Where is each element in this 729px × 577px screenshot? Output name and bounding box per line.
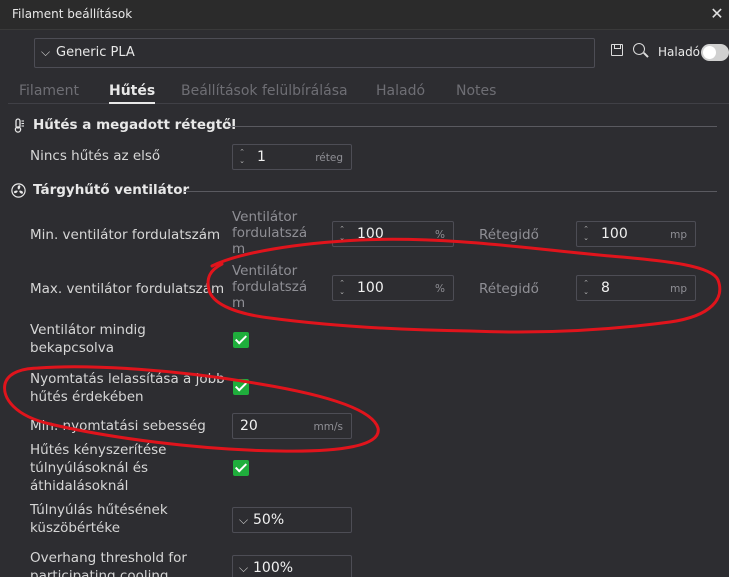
overhang-participating-value: 100% — [253, 560, 294, 576]
search-icon[interactable] — [633, 43, 645, 55]
no-cooling-unit: réteg — [315, 152, 343, 164]
section-title: Hűtés a megadott rétegtől — [33, 117, 237, 133]
spin-arrows-icon[interactable]: ⌃ ⌄ — [581, 225, 591, 243]
toggle-knob — [703, 46, 716, 59]
min-fan-label: Min. ventilátor fordulatszám — [30, 227, 221, 243]
section-divider — [184, 191, 717, 192]
max-fan-time-value: 8 — [601, 280, 610, 296]
section-cooling-layer: Hűtés a megadott rétegtől — [8, 114, 729, 138]
max-fan-speed-label: Ventilátor fordulatszá m — [232, 263, 308, 311]
thermometer-icon — [14, 118, 24, 133]
title-bar: Filament beállítások ✕ — [0, 0, 729, 30]
section-divider — [226, 126, 717, 127]
min-fan-time-value: 100 — [601, 226, 628, 242]
advanced-label: Haladó — [658, 45, 701, 59]
max-fan-time-label: Rétegidő — [479, 281, 539, 297]
no-cooling-label: Nincs hűtés az első — [30, 148, 161, 164]
no-cooling-layers-input[interactable]: ⌃ ⌄ 1 réteg — [232, 144, 352, 170]
max-fan-time-unit: mp — [670, 283, 687, 295]
force-cooling-checkbox[interactable] — [233, 460, 249, 476]
section-part-fan: Tárgyhűtő ventilátor — [8, 179, 729, 203]
min-print-speed-unit: mm/s — [313, 421, 343, 433]
spin-arrows-icon[interactable]: ⌃ ⌄ — [581, 279, 591, 297]
min-fan-time-label: Rétegidő — [479, 227, 539, 243]
fan-always-on-checkbox[interactable] — [233, 332, 249, 348]
fan-always-on-label: Ventilátor mindig bekapcsolva — [30, 322, 146, 356]
max-fan-label: Max. ventilátor fordulatszám — [30, 281, 225, 297]
min-fan-speed-value: 100 — [357, 226, 384, 242]
spin-arrows-icon[interactable]: ⌃ ⌄ — [237, 148, 247, 166]
chevron-down-icon: ⌵ — [41, 45, 51, 59]
spin-arrows-icon[interactable]: ⌃ ⌄ — [337, 279, 347, 297]
min-fan-speed-unit: % — [435, 229, 445, 241]
min-fan-time-unit: mp — [670, 229, 687, 241]
overhang-participating-label: Overhang threshold for participating coo… — [30, 550, 187, 577]
spin-arrows-icon[interactable]: ⌃ ⌄ — [337, 225, 347, 243]
min-fan-time-input[interactable]: ⌃ ⌄ 100 mp — [576, 221, 696, 247]
min-print-speed-input[interactable]: 20 mm/s — [232, 413, 352, 439]
preset-dropdown[interactable]: ⌵ Generic PLA — [34, 38, 595, 68]
max-fan-speed-input[interactable]: ⌃ ⌄ 100 % — [332, 275, 454, 301]
tab-bar: Filament Hűtés Beállítások felülbírálása… — [8, 78, 729, 104]
tab-notes[interactable]: Notes — [456, 83, 496, 99]
tab-filament[interactable]: Filament — [19, 83, 79, 99]
overhang-participating-dropdown[interactable]: ⌵ 100% — [232, 555, 352, 577]
chevron-down-icon: ⌵ — [239, 561, 249, 575]
save-icon[interactable] — [611, 44, 623, 56]
slow-down-label: Nyomtatás lelassítása a jobb hűtés érdek… — [30, 371, 225, 405]
force-cooling-label: Hűtés kényszerítése túlnyúlásoknál és át… — [30, 442, 167, 494]
slow-down-checkbox[interactable] — [233, 379, 249, 395]
max-fan-speed-value: 100 — [357, 280, 384, 296]
tab-advanced[interactable]: Haladó — [376, 83, 425, 99]
preset-row: ⌵ Generic PLA Haladó — [8, 30, 729, 76]
overhang-threshold-label: Túlnyúlás hűtésének küszöbértéke — [30, 502, 168, 536]
min-fan-speed-input[interactable]: ⌃ ⌄ 100 % — [332, 221, 454, 247]
min-print-speed-value: 20 — [240, 418, 258, 434]
max-fan-time-input[interactable]: ⌃ ⌄ 8 mp — [576, 275, 696, 301]
preset-selected: Generic PLA — [56, 45, 135, 60]
min-print-speed-label: Min. nyomtatási sebesség — [30, 418, 206, 434]
window-title: Filament beállítások — [12, 7, 133, 21]
section-title: Tárgyhűtő ventilátor — [33, 182, 190, 198]
tab-setting-overrides[interactable]: Beállítások felülbírálása — [181, 83, 348, 99]
min-fan-speed-label: Ventilátor fordulatszá m — [232, 209, 308, 257]
chevron-down-icon: ⌵ — [239, 513, 249, 527]
advanced-toggle[interactable] — [701, 44, 729, 61]
fan-icon — [11, 183, 26, 198]
close-icon[interactable]: ✕ — [705, 2, 729, 26]
max-fan-speed-unit: % — [435, 283, 445, 295]
overhang-threshold-value: 50% — [253, 512, 285, 528]
overhang-threshold-dropdown[interactable]: ⌵ 50% — [232, 507, 352, 533]
dialog-content: ⌵ Generic PLA Haladó Filament Hűtés Beál… — [8, 30, 729, 577]
tab-cooling[interactable]: Hűtés — [109, 83, 156, 104]
no-cooling-value: 1 — [257, 149, 266, 165]
